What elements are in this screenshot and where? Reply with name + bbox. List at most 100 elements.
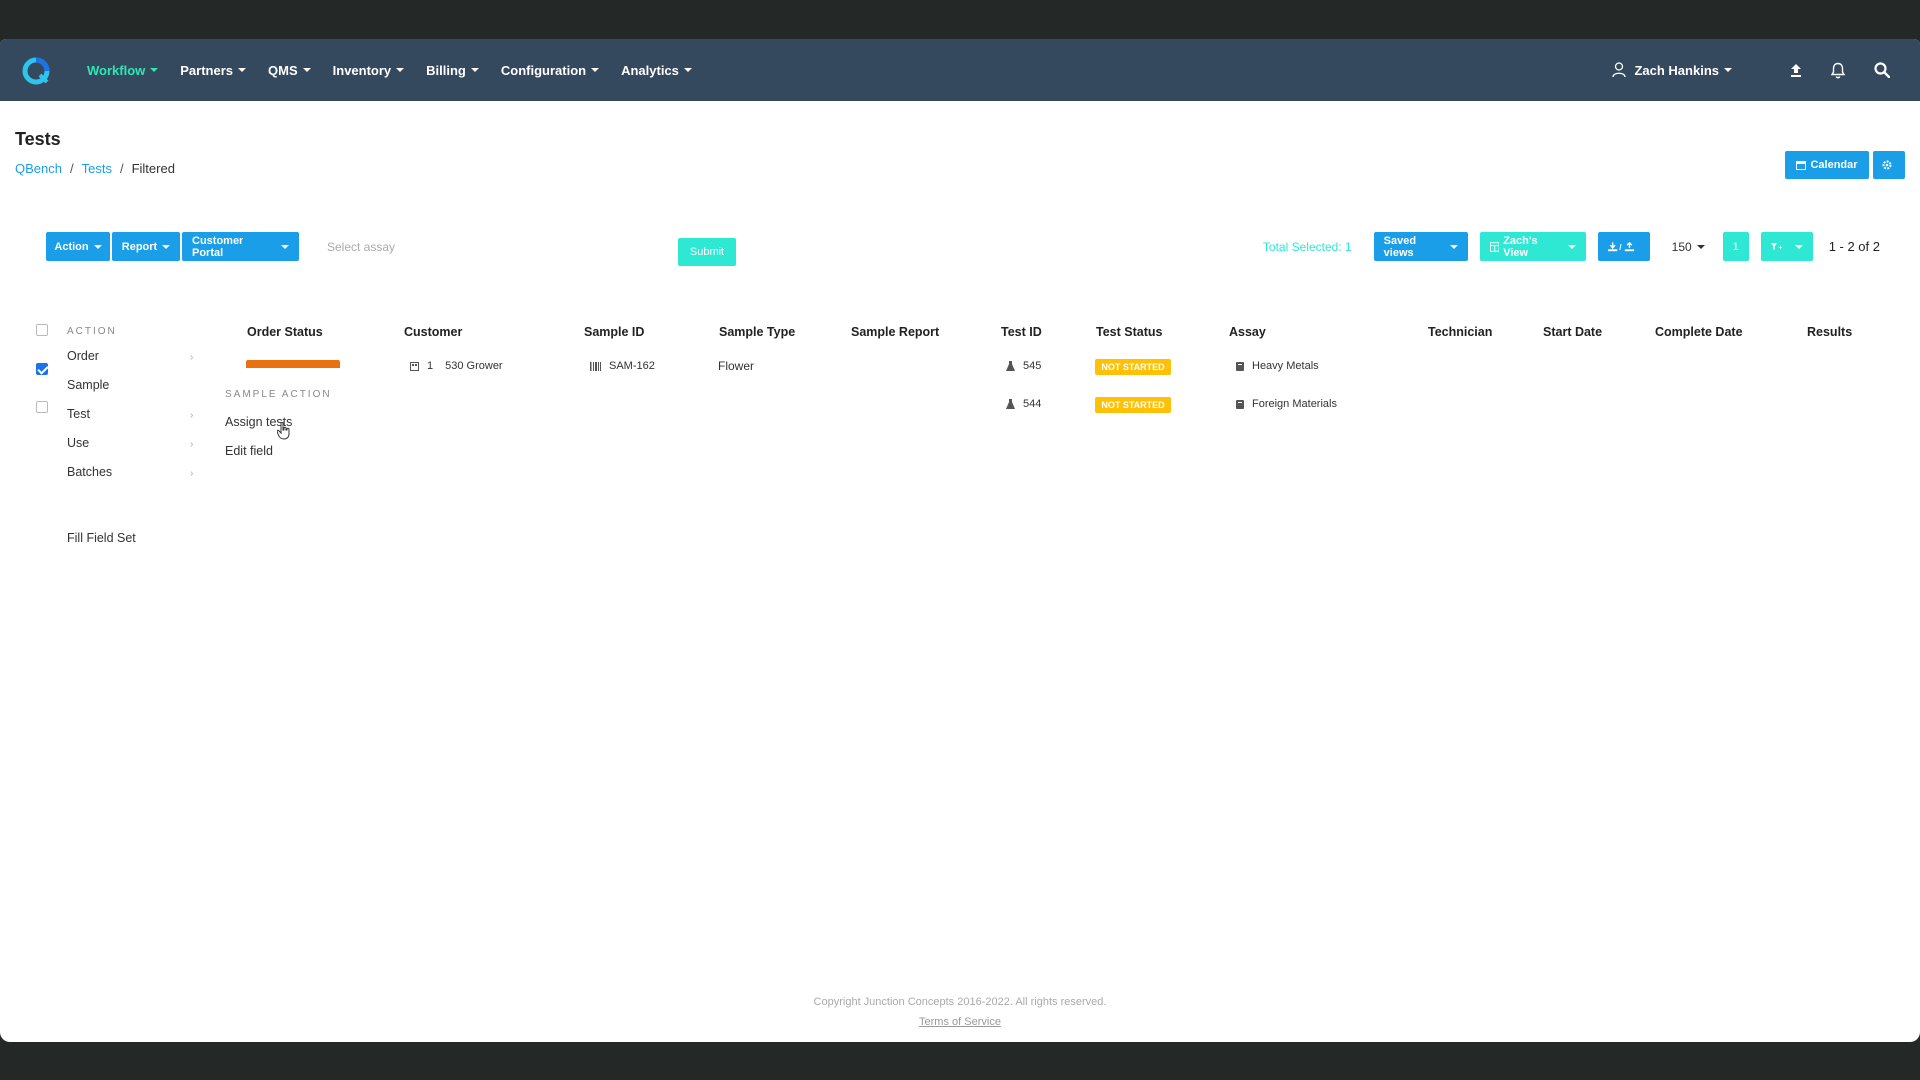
assay-cell[interactable]: Heavy Metals bbox=[1236, 360, 1319, 372]
current-view-button[interactable]: Zach's View bbox=[1479, 232, 1586, 261]
column-header-sample-type[interactable]: Sample Type bbox=[719, 325, 795, 339]
caret-down-icon bbox=[396, 68, 405, 72]
search-icon bbox=[1874, 62, 1890, 78]
action-menu-item-use[interactable]: Use bbox=[67, 436, 89, 450]
test-id-cell[interactable]: 545 bbox=[1006, 360, 1041, 372]
calendar-label: Calendar bbox=[1810, 159, 1858, 171]
customer-portal-button[interactable]: Customer Portal bbox=[182, 232, 299, 261]
nav-item-partners[interactable]: Partners bbox=[180, 62, 247, 78]
flask-icon bbox=[1006, 361, 1015, 371]
qbench-logo-icon[interactable] bbox=[22, 57, 50, 85]
action-menu-item-order[interactable]: Order bbox=[67, 349, 99, 363]
breadcrumb-tests[interactable]: Tests bbox=[82, 161, 112, 176]
nav-item-qms[interactable]: QMS bbox=[268, 63, 311, 78]
svg-text:/: / bbox=[1619, 242, 1622, 252]
header-buttons: Calendar bbox=[1785, 151, 1905, 179]
order-status-badge bbox=[246, 360, 340, 368]
assay-icon bbox=[1236, 399, 1244, 409]
action-button[interactable]: Action bbox=[46, 232, 110, 261]
report-button[interactable]: Report bbox=[112, 232, 180, 261]
breadcrumb-qbench[interactable]: QBench bbox=[15, 161, 62, 176]
column-header-complete-date[interactable]: Complete Date bbox=[1655, 325, 1743, 339]
calendar-icon bbox=[1796, 161, 1807, 170]
column-header-results[interactable]: Results bbox=[1807, 325, 1852, 339]
assay-select[interactable]: Select assay bbox=[327, 240, 395, 254]
filter-button[interactable]: + bbox=[1760, 232, 1813, 261]
nav-item-billing[interactable]: Billing bbox=[426, 63, 479, 78]
nav-item-configuration[interactable]: Configuration bbox=[501, 63, 600, 78]
action-menu-item-test[interactable]: Test bbox=[67, 407, 90, 421]
action-menu-item-sample[interactable]: Sample bbox=[67, 378, 109, 392]
sample-id-cell[interactable]: SAM-162 bbox=[590, 360, 655, 372]
top-navbar: Workflow Partners QMS Inventory Billing … bbox=[0, 39, 1920, 101]
test-id-cell[interactable]: 544 bbox=[1006, 398, 1041, 410]
breadcrumb-separator: / bbox=[69, 161, 74, 176]
barcode-icon bbox=[590, 361, 601, 371]
flask-icon bbox=[1006, 399, 1015, 409]
column-header-technician[interactable]: Technician bbox=[1428, 325, 1492, 339]
assay-cell[interactable]: Foreign Materials bbox=[1236, 398, 1337, 410]
saved-views-button[interactable]: Saved views bbox=[1373, 232, 1468, 261]
calendar-button[interactable]: Calendar bbox=[1785, 151, 1869, 179]
page-size-select[interactable]: 150 bbox=[1672, 240, 1705, 254]
page-size-value: 150 bbox=[1671, 239, 1692, 254]
nav-item-inventory[interactable]: Inventory bbox=[333, 63, 405, 78]
customer-number: 1 bbox=[427, 360, 434, 372]
svg-text:+: + bbox=[1778, 244, 1782, 251]
nav-label: Partners bbox=[180, 62, 234, 78]
caret-down-icon bbox=[150, 68, 159, 72]
page-title: Tests bbox=[15, 129, 61, 149]
chevron-right-icon: › bbox=[190, 410, 194, 421]
action-menu-item-fill-field-set[interactable]: Fill Field Set bbox=[67, 531, 136, 545]
bell-icon bbox=[1830, 62, 1846, 78]
column-header-test-id[interactable]: Test ID bbox=[1001, 325, 1042, 339]
row-checkbox-1[interactable] bbox=[36, 363, 48, 375]
footer-terms: Terms of Service bbox=[0, 1016, 1920, 1028]
select-all-checkbox[interactable] bbox=[36, 324, 48, 336]
chevron-right-icon: › bbox=[190, 468, 194, 479]
test-status-badge: NOT STARTED bbox=[1095, 397, 1171, 413]
page-number-button[interactable]: 1 bbox=[1722, 232, 1749, 261]
user-menu[interactable]: Zach Hankins bbox=[1612, 62, 1732, 78]
terms-of-service-link[interactable]: Terms of Service bbox=[919, 1016, 1001, 1028]
building-icon bbox=[410, 361, 419, 371]
sample-action-edit-field[interactable]: Edit field bbox=[225, 444, 273, 458]
breadcrumb-current: Filtered bbox=[131, 161, 175, 176]
action-label: Action bbox=[54, 240, 89, 253]
column-header-customer[interactable]: Customer bbox=[404, 325, 462, 339]
settings-button[interactable] bbox=[1873, 151, 1905, 179]
import-export-button[interactable]: / bbox=[1597, 232, 1650, 261]
submit-button[interactable]: Submit bbox=[678, 238, 736, 266]
current-view-label: Zach's View bbox=[1503, 234, 1538, 259]
notifications-button[interactable] bbox=[1830, 62, 1846, 79]
app-window: Workflow Partners QMS Inventory Billing … bbox=[0, 39, 1920, 1042]
action-menu-item-batches[interactable]: Batches bbox=[67, 465, 112, 479]
download-upload-icon: / bbox=[1607, 241, 1634, 252]
nav-label: Analytics bbox=[621, 62, 679, 78]
customer-name: 530 Grower bbox=[445, 360, 503, 372]
nav-item-workflow[interactable]: Workflow bbox=[87, 63, 159, 78]
column-header-start-date[interactable]: Start Date bbox=[1543, 325, 1602, 339]
column-header-order-status[interactable]: Order Status bbox=[247, 325, 323, 339]
report-label: Report bbox=[121, 240, 158, 253]
upload-icon bbox=[1791, 64, 1801, 77]
toolbar-left: Action Report Customer Portal bbox=[46, 232, 301, 261]
nav-item-analytics[interactable]: Analytics bbox=[621, 63, 692, 78]
nav-label: Inventory bbox=[332, 62, 392, 78]
nav-right-group: Zach Hankins bbox=[1612, 39, 1890, 101]
search-button[interactable] bbox=[1874, 62, 1890, 78]
user-name: Zach Hankins bbox=[1634, 62, 1719, 78]
sample-type-cell: Flower bbox=[718, 359, 755, 373]
column-header-assay[interactable]: Assay bbox=[1229, 325, 1266, 339]
caret-down-icon bbox=[93, 244, 102, 249]
hand-cursor-icon bbox=[277, 422, 290, 440]
nav-label: Billing bbox=[426, 62, 466, 78]
column-header-test-status[interactable]: Test Status bbox=[1096, 325, 1162, 339]
sample-action-heading: SAMPLE ACTION bbox=[225, 389, 332, 400]
upload-button[interactable] bbox=[1790, 63, 1802, 77]
row-checkbox-2[interactable] bbox=[36, 401, 48, 413]
column-header-sample-report[interactable]: Sample Report bbox=[851, 325, 939, 339]
customer-cell[interactable]: 1 530 Grower bbox=[410, 360, 503, 372]
column-header-sample-id[interactable]: Sample ID bbox=[584, 325, 644, 339]
caret-down-icon bbox=[1696, 244, 1705, 249]
